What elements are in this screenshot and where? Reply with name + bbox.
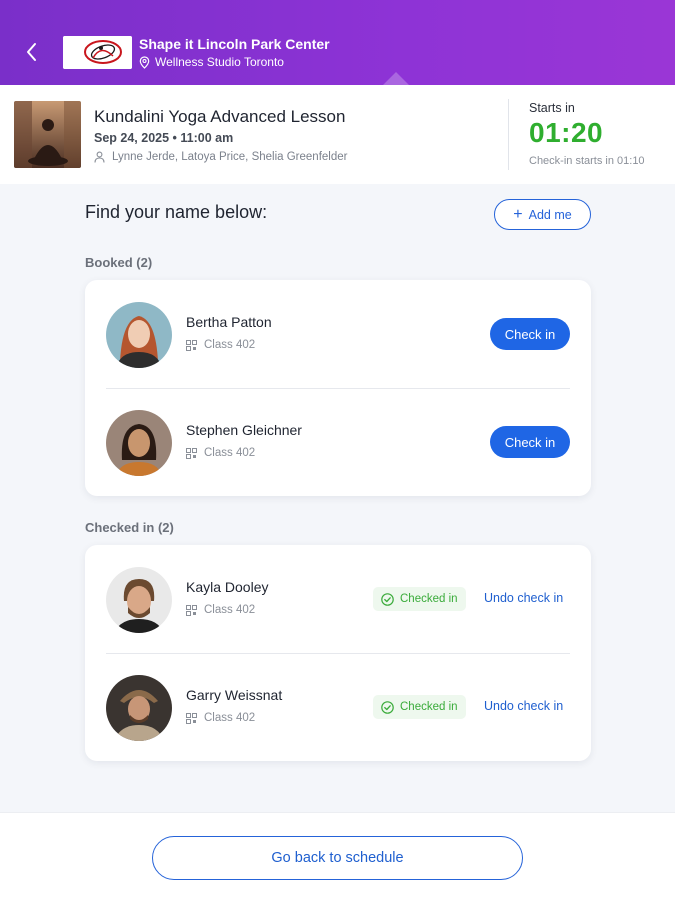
person-icon [94, 151, 105, 163]
check-circle-icon [381, 700, 394, 714]
check-in-button[interactable]: Check in [490, 426, 570, 458]
qr-code-icon [186, 604, 197, 616]
member-name: Stephen Gleichner [186, 422, 302, 438]
checked-in-status: Checked in [400, 701, 458, 713]
checked-in-badge: Checked in [373, 695, 466, 719]
lesson-info: Kundalini Yoga Advanced Lesson Sep 24, 2… [0, 85, 675, 184]
lesson-title: Kundalini Yoga Advanced Lesson [94, 107, 346, 126]
avatar [106, 410, 172, 476]
member-class: Class 402 [186, 604, 255, 616]
undo-check-in-link[interactable]: Undo check in [484, 591, 563, 605]
booked-card: Bertha Patton Class 402 Check in Stephen… [85, 280, 591, 496]
check-circle-icon [381, 592, 394, 606]
checked-in-section-label: Checked in (2) [85, 520, 174, 535]
avatar [106, 302, 172, 368]
qr-code-icon [186, 712, 197, 724]
lesson-instructors: Lynne Jerde, Latoya Price, Shelia Greenf… [94, 151, 347, 163]
undo-check-in-link[interactable]: Undo check in [484, 699, 563, 713]
starts-in-label: Starts in [529, 101, 575, 115]
instructors-text: Lynne Jerde, Latoya Price, Shelia Greenf… [112, 151, 348, 163]
chevron-left-icon [27, 43, 36, 61]
divider [508, 99, 509, 170]
class-text: Class 402 [204, 339, 256, 351]
avatar [106, 567, 172, 633]
list-item: Stephen Gleichner Class 402 Check in [85, 388, 591, 496]
list-item: Kayla Dooley Class 402 Checked in Undo c… [85, 545, 591, 653]
lesson-datetime: Sep 24, 2025 • 11:00 am [94, 131, 234, 145]
checked-in-card: Kayla Dooley Class 402 Checked in Undo c… [85, 545, 591, 761]
lesson-thumbnail [14, 101, 81, 168]
back-button[interactable] [18, 36, 46, 68]
header-notch [383, 72, 409, 85]
member-name: Bertha Patton [186, 314, 272, 330]
checked-in-badge: Checked in [373, 587, 466, 611]
list-item: Garry Weissnat Class 402 Checked in Undo… [85, 653, 591, 761]
booked-section-label: Booked (2) [85, 255, 153, 270]
member-name: Garry Weissnat [186, 687, 283, 703]
center-name: Shape it Lincoln Park Center [139, 36, 330, 52]
class-text: Class 402 [204, 712, 256, 724]
studio-logo [63, 36, 132, 69]
plus-icon: + [513, 205, 523, 223]
back-to-schedule-button[interactable]: Go back to schedule [152, 836, 523, 880]
member-class: Class 402 [186, 339, 255, 351]
avatar [106, 675, 172, 741]
find-name-heading: Find your name below: [85, 202, 268, 222]
class-text: Class 402 [204, 447, 256, 459]
checkin-note: Check-in starts in 01:10 [529, 155, 645, 167]
app-header: Shape it Lincoln Park Center Wellness St… [0, 0, 675, 85]
countdown-timer: 01:20 [529, 117, 604, 148]
list-item: Bertha Patton Class 402 Check in [85, 280, 591, 388]
qr-code-icon [186, 447, 197, 459]
location-line: Wellness Studio Toronto [139, 55, 284, 69]
check-in-button[interactable]: Check in [490, 318, 570, 350]
class-text: Class 402 [204, 604, 256, 616]
qr-code-icon [186, 339, 197, 351]
member-class: Class 402 [186, 447, 255, 459]
add-me-button[interactable]: + Add me [494, 199, 591, 230]
location-text: Wellness Studio Toronto [155, 55, 284, 69]
footer-bar: Go back to schedule [0, 812, 675, 900]
checked-in-status: Checked in [400, 593, 458, 605]
member-name: Kayla Dooley [186, 579, 269, 595]
map-pin-icon [139, 55, 150, 69]
member-class: Class 402 [186, 712, 255, 724]
add-me-label: Add me [528, 207, 572, 222]
